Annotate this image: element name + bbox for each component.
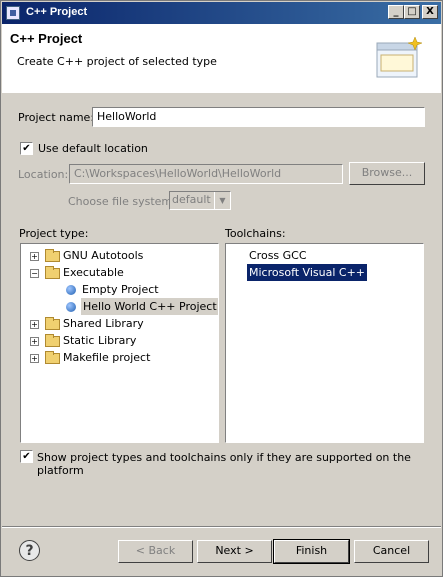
expand-icon[interactable]: + (30, 354, 39, 363)
tree-item-makefile-project[interactable]: Makefile project (63, 349, 150, 366)
toolchains-list[interactable]: Cross GCC Microsoft Visual C++ (225, 243, 424, 443)
footer-separator-highlight (2, 527, 441, 528)
collapse-icon[interactable]: − (30, 269, 39, 278)
toolchain-item-msvc[interactable]: Microsoft Visual C++ (245, 263, 369, 282)
expand-icon[interactable]: + (30, 337, 39, 346)
filesystem-dropdown[interactable]: default ▼ (169, 191, 231, 210)
tree-item-empty-project[interactable]: Empty Project (82, 281, 159, 298)
browse-button[interactable]: Browse... (349, 162, 425, 185)
wizard-header: C++ Project Create C++ project of select… (2, 24, 441, 93)
back-button[interactable]: < Back (118, 540, 193, 563)
project-name-label: Project name: (18, 111, 95, 124)
chevron-down-icon: ▼ (214, 192, 230, 209)
app-icon (6, 6, 20, 20)
expand-icon[interactable]: + (30, 320, 39, 329)
location-input[interactable]: C:\Workspaces\HelloWorld\HelloWorld (69, 164, 343, 184)
cancel-button[interactable]: Cancel (354, 540, 429, 563)
tree-item-executable[interactable]: Executable (63, 264, 124, 281)
page-title: C++ Project (10, 31, 83, 46)
wizard-window: C++ Project _ □ X C++ Project Create C++… (0, 0, 443, 577)
tree-item-gnu-autotools[interactable]: GNU Autotools (63, 247, 143, 264)
tree-item-static-library[interactable]: Static Library (63, 332, 136, 349)
tree-item-shared-library[interactable]: Shared Library (63, 315, 144, 332)
toolchain-item-cross-gcc[interactable]: Cross GCC (247, 247, 309, 264)
filesystem-value: default (172, 193, 211, 206)
project-name-input[interactable]: HelloWorld (92, 107, 425, 127)
project-template-icon (66, 285, 76, 295)
new-project-wizard-icon (376, 36, 423, 78)
project-type-label: Project type: (19, 227, 89, 240)
toolchains-label: Toolchains: (225, 227, 286, 240)
header-separator (2, 92, 441, 93)
folder-icon (45, 249, 60, 262)
next-button[interactable]: Next > (197, 540, 272, 563)
tree-item-hello-world-cpp-project[interactable]: Hello World C++ Project (81, 298, 218, 315)
filesystem-label: Choose file system: (68, 195, 176, 208)
project-template-icon (66, 302, 76, 312)
default-location-checkbox[interactable]: ✔ (20, 142, 33, 155)
location-label: Location: (18, 168, 69, 181)
folder-icon (45, 317, 60, 330)
page-description: Create C++ project of selected type (17, 55, 217, 68)
close-button[interactable]: X (422, 5, 438, 19)
expand-icon[interactable]: + (30, 252, 39, 261)
folder-open-icon (45, 266, 60, 279)
folder-icon (45, 334, 60, 347)
finish-button[interactable]: Finish (273, 539, 350, 564)
show-supported-only-checkbox[interactable]: ✔ (20, 450, 33, 463)
maximize-button[interactable]: □ (404, 5, 420, 19)
title-bar: C++ Project _ □ X (2, 2, 441, 24)
minimize-button[interactable]: _ (388, 5, 404, 19)
default-location-label: Use default location (38, 142, 148, 155)
show-supported-only-label: Show project types and toolchains only i… (37, 451, 411, 477)
window-title: C++ Project (26, 6, 88, 18)
folder-icon (45, 351, 60, 364)
help-icon[interactable]: ? (19, 540, 40, 561)
project-type-tree[interactable]: + GNU Autotools − Executable Empty Proje… (20, 243, 219, 443)
